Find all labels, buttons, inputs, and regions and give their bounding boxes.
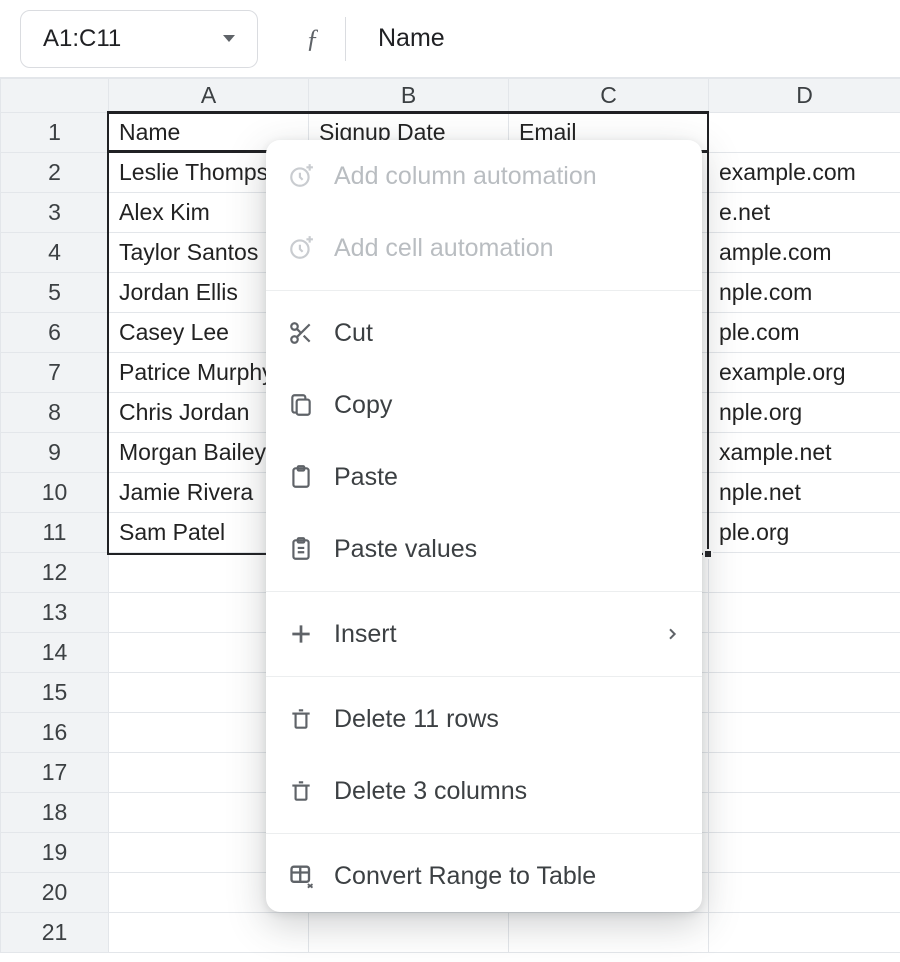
context-menu: Add column automation Add cell automatio… <box>266 140 702 912</box>
table-convert-icon <box>288 862 334 890</box>
cell[interactable]: nple.net <box>709 473 900 513</box>
cell[interactable]: xample.net <box>709 433 900 473</box>
divider <box>266 591 702 592</box>
select-all-corner[interactable] <box>1 79 109 113</box>
row-header[interactable]: 5 <box>1 273 109 313</box>
table-row: 21 <box>1 913 900 953</box>
column-header-A[interactable]: A <box>109 79 309 113</box>
cell[interactable] <box>709 873 900 913</box>
cell[interactable] <box>709 593 900 633</box>
row-header[interactable]: 13 <box>1 593 109 633</box>
divider <box>266 676 702 677</box>
cell[interactable] <box>709 753 900 793</box>
menu-paste-values[interactable]: Paste values <box>266 513 702 585</box>
menu-add-cell-automation[interactable]: Add cell automation <box>266 212 702 284</box>
cell[interactable]: example.com <box>709 153 900 193</box>
row-header[interactable]: 7 <box>1 353 109 393</box>
cell[interactable] <box>309 913 509 953</box>
row-header[interactable]: 11 <box>1 513 109 553</box>
divider <box>266 833 702 834</box>
clock-plus-icon <box>288 163 334 189</box>
name-box[interactable]: A1:C11 <box>20 10 258 68</box>
cell[interactable]: nple.com <box>709 273 900 313</box>
row-header[interactable]: 14 <box>1 633 109 673</box>
menu-label: Copy <box>334 391 680 420</box>
cell[interactable] <box>709 793 900 833</box>
cell[interactable] <box>709 113 900 153</box>
menu-convert-range-to-table[interactable]: Convert Range to Table <box>266 840 702 912</box>
cell[interactable] <box>709 713 900 753</box>
menu-label: Paste <box>334 463 680 492</box>
formula-value: Name <box>346 24 445 53</box>
menu-add-column-automation[interactable]: Add column automation <box>266 140 702 212</box>
cell[interactable] <box>709 633 900 673</box>
clipboard-icon <box>288 464 334 490</box>
divider <box>266 290 702 291</box>
row-header[interactable]: 2 <box>1 153 109 193</box>
cell[interactable] <box>709 833 900 873</box>
column-header-C[interactable]: C <box>509 79 709 113</box>
chevron-right-icon <box>664 626 680 642</box>
cell[interactable]: ample.com <box>709 233 900 273</box>
trash-icon <box>288 706 334 732</box>
row-header[interactable]: 15 <box>1 673 109 713</box>
row-header[interactable]: 3 <box>1 193 109 233</box>
menu-label: Delete 11 rows <box>334 705 680 734</box>
formula-bar[interactable]: ƒ Name <box>272 0 445 78</box>
row-header[interactable]: 1 <box>1 113 109 153</box>
row-header[interactable]: 21 <box>1 913 109 953</box>
selected-range: A1:C11 <box>43 25 121 53</box>
menu-label: Delete 3 columns <box>334 777 680 806</box>
cell[interactable] <box>709 913 900 953</box>
fx-icon: ƒ <box>272 24 345 54</box>
menu-copy[interactable]: Copy <box>266 369 702 441</box>
row-header[interactable]: 17 <box>1 753 109 793</box>
row-header[interactable]: 19 <box>1 833 109 873</box>
row-header[interactable]: 6 <box>1 313 109 353</box>
row-header[interactable]: 20 <box>1 873 109 913</box>
column-header-B[interactable]: B <box>309 79 509 113</box>
cell[interactable]: e.net <box>709 193 900 233</box>
row-header[interactable]: 12 <box>1 553 109 593</box>
trash-icon <box>288 778 334 804</box>
cell[interactable] <box>109 913 309 953</box>
menu-label: Convert Range to Table <box>334 862 680 891</box>
plus-icon <box>288 621 334 647</box>
cell[interactable]: ple.org <box>709 513 900 553</box>
row-header[interactable]: 8 <box>1 393 109 433</box>
scissors-icon <box>288 320 334 346</box>
menu-label: Paste values <box>334 535 680 564</box>
row-header[interactable]: 18 <box>1 793 109 833</box>
menu-insert[interactable]: Insert <box>266 598 702 670</box>
row-header[interactable]: 4 <box>1 233 109 273</box>
cell[interactable] <box>709 673 900 713</box>
copy-icon <box>288 392 334 418</box>
menu-delete-columns[interactable]: Delete 3 columns <box>266 755 702 827</box>
menu-label: Insert <box>334 620 664 649</box>
menu-label: Add column automation <box>334 162 680 191</box>
row-header[interactable]: 16 <box>1 713 109 753</box>
cell[interactable] <box>709 553 900 593</box>
cell[interactable]: ple.com <box>709 313 900 353</box>
menu-label: Cut <box>334 319 680 348</box>
menu-cut[interactable]: Cut <box>266 297 702 369</box>
menu-label: Add cell automation <box>334 234 680 263</box>
chevron-down-icon <box>223 35 235 42</box>
menu-paste[interactable]: Paste <box>266 441 702 513</box>
row-header[interactable]: 9 <box>1 433 109 473</box>
clock-plus-icon <box>288 235 334 261</box>
cell[interactable] <box>509 913 709 953</box>
clipboard-list-icon <box>288 536 334 562</box>
column-header-D[interactable]: D <box>709 79 900 113</box>
topbar: A1:C11 ƒ Name <box>0 0 900 78</box>
menu-delete-rows[interactable]: Delete 11 rows <box>266 683 702 755</box>
cell[interactable]: example.org <box>709 353 900 393</box>
cell[interactable]: nple.org <box>709 393 900 433</box>
row-header[interactable]: 10 <box>1 473 109 513</box>
